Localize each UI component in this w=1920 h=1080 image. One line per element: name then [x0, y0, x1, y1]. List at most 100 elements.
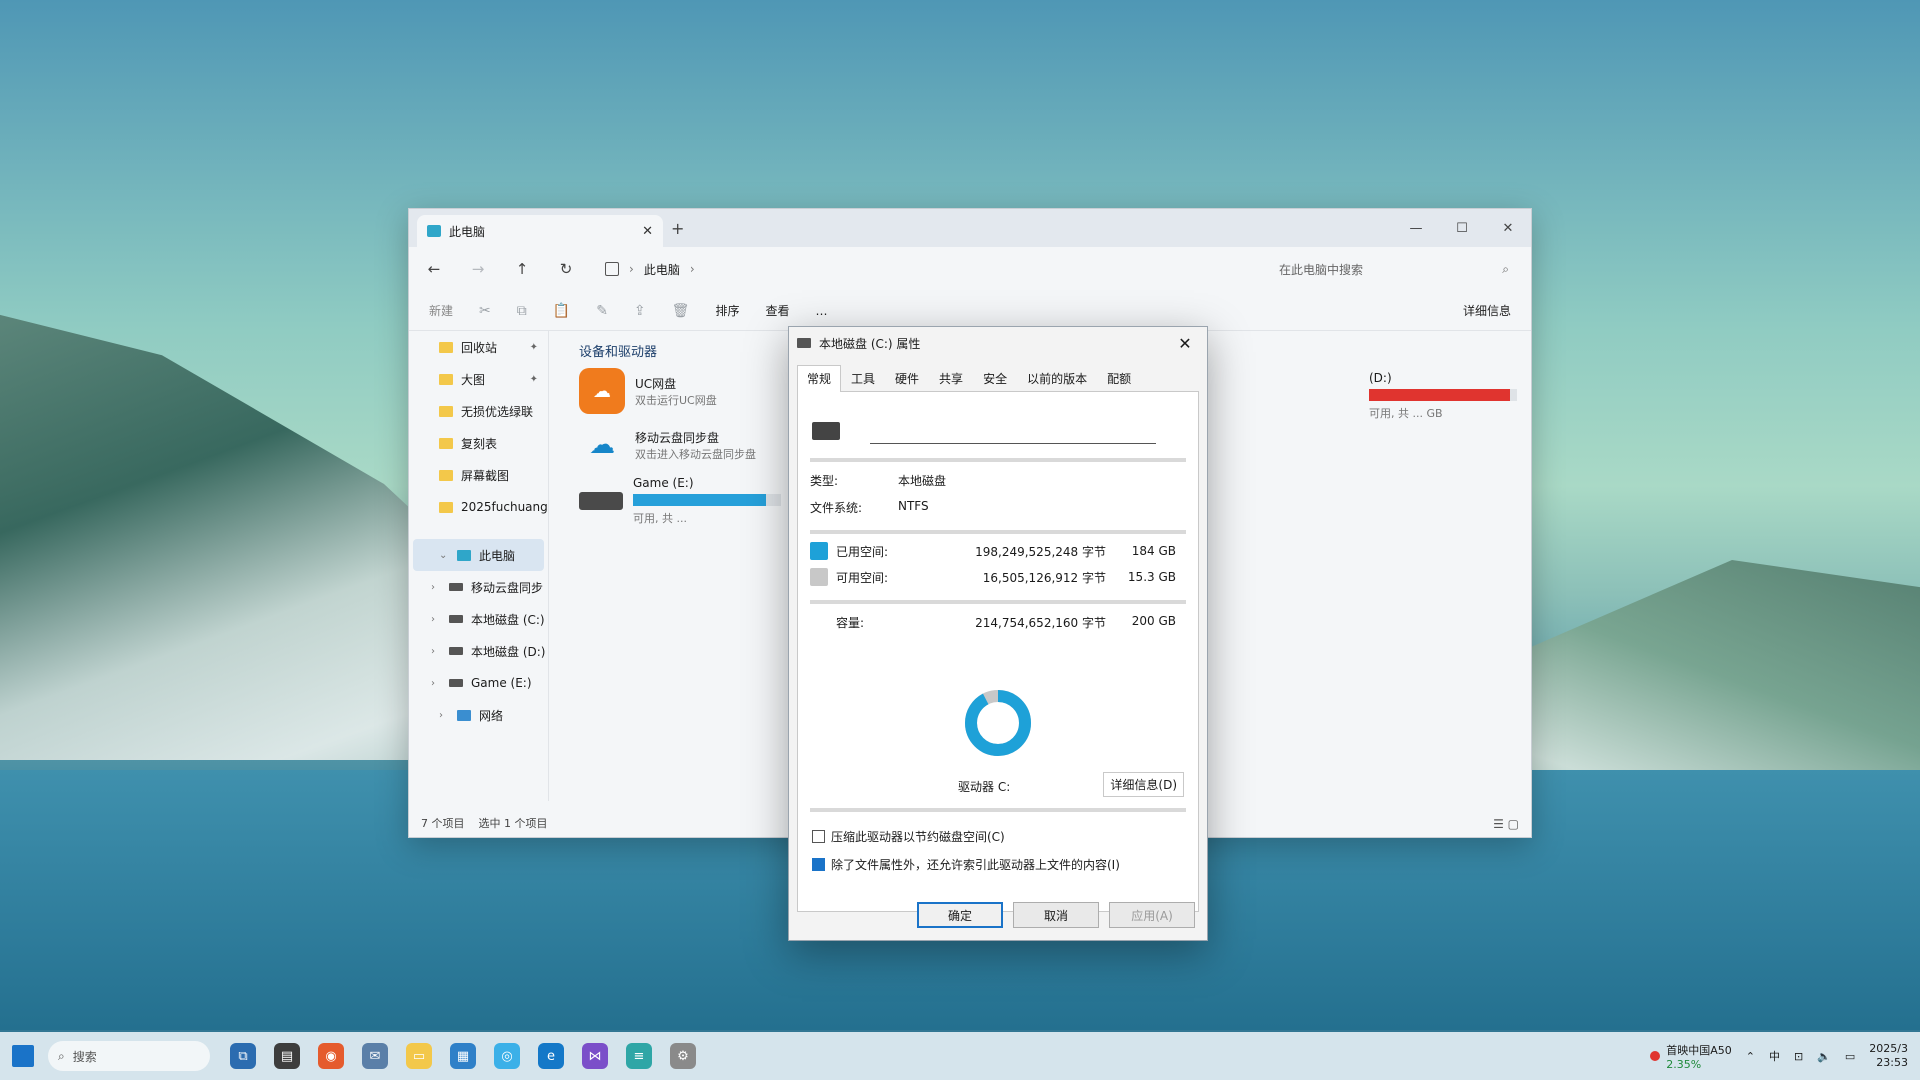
file-explorer-icon[interactable]: ▭: [406, 1043, 432, 1069]
dialog-buttons: 确定 取消 应用(A): [917, 902, 1195, 928]
notepad-icon[interactable]: ≡: [626, 1043, 652, 1069]
volume-icon[interactable]: 🔈: [1817, 1050, 1831, 1063]
sidebar-item-folder[interactable]: 无损优选绿联: [409, 395, 548, 427]
index-option[interactable]: 除了文件属性外，还允许索引此驱动器上文件的内容(I): [812, 856, 1120, 873]
status-bar: 7 个项目 选中 1 个项目: [421, 815, 548, 831]
battery-icon[interactable]: ▭: [1845, 1050, 1855, 1063]
details-view-icon[interactable]: ☰: [1493, 817, 1504, 831]
close-icon[interactable]: ✕: [1171, 334, 1199, 353]
device-drive-d[interactable]: (D:) 可用, 共 ... GB: [1369, 371, 1517, 421]
sidebar-item-2025fuchuang[interactable]: 2025fuchuang: [409, 491, 548, 523]
tab-security[interactable]: 安全: [973, 365, 1017, 391]
taskbar-search-input[interactable]: 搜索: [73, 1048, 97, 1065]
sort-button[interactable]: 排序: [715, 302, 739, 319]
sidebar-item-screenshots[interactable]: 屏幕截图: [409, 459, 548, 491]
maximize-icon[interactable]: ☐: [1439, 209, 1485, 247]
monitor-icon: [605, 262, 619, 276]
rename-icon[interactable]: ✎: [596, 303, 608, 319]
task-view-icon[interactable]: ⧉: [230, 1043, 256, 1069]
visual-studio-icon[interactable]: ⋈: [582, 1043, 608, 1069]
taskbar-search[interactable]: ⌕ 搜索: [48, 1041, 210, 1071]
sidebar-item-recycle-bin[interactable]: 回收站 ✦: [409, 331, 548, 363]
tab-hardware[interactable]: 硬件: [885, 365, 929, 391]
sidebar-item-folder[interactable]: 复刻表: [409, 427, 548, 459]
device-name: 移动云盘同步盘: [635, 430, 720, 445]
general-tab-panel: 类型: 本地磁盘 文件系统: NTFS 已用空间: 198,249,525,24…: [797, 392, 1199, 912]
mail-icon[interactable]: ✉: [362, 1043, 388, 1069]
copy-icon[interactable]: ⧉: [517, 303, 527, 319]
details-pane-button[interactable]: 详细信息: [1463, 302, 1511, 319]
delete-icon[interactable]: 🗑: [672, 303, 690, 319]
free-space-bytes: 16,505,126,912 字节: [982, 570, 1106, 585]
browser-icon[interactable]: ◉: [318, 1043, 344, 1069]
sidebar-item-this-pc[interactable]: ⌄ 此电脑: [413, 539, 544, 571]
close-icon[interactable]: ✕: [642, 224, 653, 239]
close-window-icon[interactable]: ✕: [1485, 209, 1531, 247]
share-icon[interactable]: ⇪: [634, 303, 646, 319]
view-button[interactable]: 查看: [765, 302, 789, 319]
search-input[interactable]: 在此电脑中搜索: [1279, 261, 1363, 278]
network-icon[interactable]: ⊡: [1794, 1050, 1803, 1063]
tab-this-pc[interactable]: 此电脑 ✕: [417, 215, 663, 247]
filesystem-label: 文件系统:: [810, 501, 863, 515]
chevron-right-icon[interactable]: ›: [431, 646, 441, 657]
start-button[interactable]: [12, 1045, 34, 1067]
up-arrow-icon[interactable]: ↑: [509, 260, 535, 278]
compress-checkbox[interactable]: [812, 830, 825, 843]
stock-widget[interactable]: 首映中国A50 2.35%: [1650, 1042, 1732, 1071]
tab-tools[interactable]: 工具: [841, 365, 885, 391]
new-button[interactable]: 新建: [429, 302, 453, 319]
index-checkbox[interactable]: [812, 858, 825, 871]
widgets-icon[interactable]: ▤: [274, 1043, 300, 1069]
back-arrow-icon[interactable]: ←: [421, 260, 447, 278]
sidebar-item-pictures[interactable]: 大图 ✦: [409, 363, 548, 395]
cut-icon[interactable]: ✂: [479, 303, 491, 319]
filesystem-row: 文件系统: NTFS: [798, 499, 1198, 516]
ok-button[interactable]: 确定: [917, 902, 1003, 928]
chevron-right-icon[interactable]: ›: [439, 710, 449, 721]
stock-change: 2.35%: [1666, 1057, 1702, 1071]
navigation-bar: ← → ↑ ↻ › 此电脑 › 在此电脑中搜索 ⌕: [409, 247, 1531, 291]
refresh-icon[interactable]: ↻: [553, 260, 579, 278]
sidebar-item-cloud-sync[interactable]: › 移动云盘同步: [409, 571, 548, 603]
sidebar-item-drive-e[interactable]: › Game (E:): [409, 667, 548, 699]
chrome-icon[interactable]: ◎: [494, 1043, 520, 1069]
apply-button[interactable]: 应用(A): [1109, 902, 1195, 928]
chevron-right-icon[interactable]: ›: [431, 678, 441, 689]
tab-quota[interactable]: 配额: [1097, 365, 1141, 391]
new-tab-button[interactable]: +: [671, 219, 684, 238]
breadcrumb-this-pc[interactable]: 此电脑: [644, 261, 680, 278]
forward-arrow-icon[interactable]: →: [465, 260, 491, 278]
volume-label-input[interactable]: [870, 418, 1156, 444]
compress-option[interactable]: 压缩此驱动器以节约磁盘空间(C): [812, 828, 1005, 845]
edge-icon[interactable]: e: [538, 1043, 564, 1069]
minimize-icon[interactable]: —: [1393, 209, 1439, 247]
more-button[interactable]: …: [815, 304, 827, 318]
clock[interactable]: 2025/3 23:53: [1869, 1042, 1908, 1070]
settings-gear-icon[interactable]: ⚙: [670, 1043, 696, 1069]
calendar-icon[interactable]: ▦: [450, 1043, 476, 1069]
details-button[interactable]: 详细信息(D): [1103, 772, 1184, 797]
used-space-row: 已用空间: 198,249,525,248 字节 184 GB: [798, 542, 1198, 560]
chevron-down-icon[interactable]: ⌄: [439, 550, 449, 561]
sidebar-item-label: 本地磁盘 (D:): [471, 644, 546, 659]
tab-sharing[interactable]: 共享: [929, 365, 973, 391]
tab-general[interactable]: 常规: [797, 365, 842, 392]
address-bar[interactable]: › 此电脑 ›: [597, 254, 1177, 284]
ime-icon[interactable]: 中: [1769, 1048, 1780, 1064]
sidebar-item-network[interactable]: › 网络: [409, 699, 548, 731]
chevron-right-icon[interactable]: ›: [431, 614, 441, 625]
command-bar: 新建 ✂ ⧉ 📋 ✎ ⇪ 🗑 排序 查看 … 详细信息: [409, 291, 1531, 331]
tiles-view-icon[interactable]: ▢: [1508, 817, 1519, 831]
paste-icon[interactable]: 📋: [553, 303, 570, 319]
tab-previous-versions[interactable]: 以前的版本: [1017, 365, 1097, 391]
chevron-right-icon[interactable]: ›: [431, 582, 441, 593]
chevron-right-icon[interactable]: ›: [690, 262, 695, 276]
dialog-title: 本地磁盘 (C:) 属性: [819, 336, 921, 351]
search-box[interactable]: 在此电脑中搜索 ⌕: [1269, 254, 1519, 284]
chevron-up-icon[interactable]: ⌃: [1746, 1050, 1755, 1063]
sidebar-item-drive-d[interactable]: › 本地磁盘 (D:): [409, 635, 548, 667]
taskbar: ⌕ 搜索 ⧉ ▤ ◉ ✉ ▭ ▦ ◎ e ⋈ ≡ ⚙ 首映中国A50 2.35%…: [0, 1032, 1920, 1080]
sidebar-item-drive-c[interactable]: › 本地磁盘 (C:): [409, 603, 548, 635]
cancel-button[interactable]: 取消: [1013, 902, 1099, 928]
